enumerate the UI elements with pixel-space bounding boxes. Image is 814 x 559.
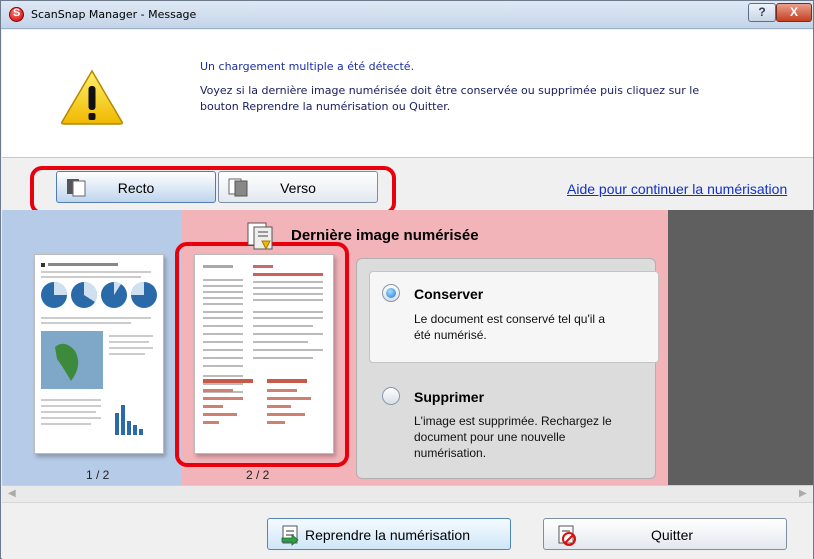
title-bar[interactable]: ScanSnap Manager - Message ? X: [1, 1, 813, 29]
page-label-2: 2 / 2: [246, 468, 270, 482]
message-headline: Un chargement multiple a été détecté.: [200, 60, 415, 73]
message-body: Voyez si la dernière image numérisée doi…: [200, 84, 700, 113]
delete-description: L'image est supprimée. Rechargez le docu…: [414, 414, 612, 460]
scansnap-app-icon: [9, 7, 24, 22]
side-buttons-highlight: [30, 166, 396, 215]
resume-scan-icon: [281, 525, 299, 546]
quit-label: Quitter: [651, 527, 694, 543]
scroll-right-icon[interactable]: ▶: [799, 488, 807, 499]
warning-icon: [61, 69, 123, 125]
page-label-1: 1 / 2: [86, 468, 110, 482]
empty-column: [668, 210, 813, 485]
horizontal-scrollbar[interactable]: ◀ ▶: [2, 485, 813, 502]
last-scanned-image-icon: [247, 222, 273, 251]
delete-radio[interactable]: [382, 387, 400, 405]
keep-title[interactable]: Conserver: [414, 286, 483, 302]
message-window: ScanSnap Manager - Message ? X Un charge…: [0, 0, 814, 559]
resume-scan-button[interactable]: Reprendre la numérisation: [267, 518, 511, 550]
quit-button[interactable]: Quitter: [543, 518, 787, 550]
keep-radio[interactable]: [382, 284, 400, 302]
quit-icon: [558, 525, 576, 546]
scroll-left-icon[interactable]: ◀: [8, 488, 16, 499]
help-button[interactable]: ?: [748, 3, 776, 22]
last-image-title: Dernière image numérisée: [291, 227, 479, 244]
page-thumbnail-1[interactable]: [34, 254, 164, 454]
delete-title[interactable]: Supprimer: [414, 389, 484, 405]
resume-scan-label: Reprendre la numérisation: [305, 527, 470, 543]
help-continue-link[interactable]: Aide pour continuer la numérisation: [567, 181, 787, 197]
window-title: ScanSnap Manager - Message: [31, 8, 197, 21]
keep-description: Le document est conservé tel qu'il a été…: [414, 312, 606, 342]
page-1-preview-icon: [41, 263, 157, 435]
message-area: Un chargement multiple a été détecté. Vo…: [2, 30, 813, 158]
close-button[interactable]: X: [776, 3, 812, 22]
last-image-highlight: [175, 242, 349, 467]
